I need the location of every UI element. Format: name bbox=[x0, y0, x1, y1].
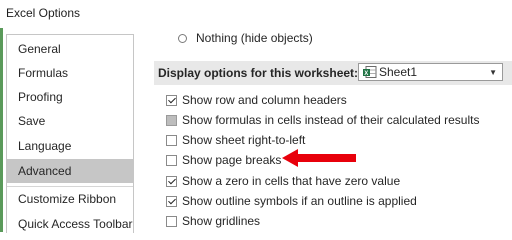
red-arrow-icon bbox=[282, 149, 356, 167]
worksheet-select[interactable]: X Sheet1 ▼ bbox=[358, 63, 503, 81]
option-show-page-breaks[interactable]: Show page breaks bbox=[166, 152, 281, 168]
option-show-row-column-headers[interactable]: Show row and column headers bbox=[166, 92, 347, 108]
sidebar-item-customize-ribbon[interactable]: Customize Ribbon bbox=[7, 187, 133, 211]
sidebar-item-language[interactable]: Language bbox=[7, 134, 133, 158]
option-label: Show page breaks bbox=[182, 153, 282, 167]
checkbox[interactable] bbox=[166, 134, 177, 146]
chevron-down-icon: ▼ bbox=[489, 68, 497, 77]
checkbox[interactable] bbox=[166, 154, 177, 166]
window-left-edge bbox=[0, 0, 3, 232]
sidebar-item-proofing[interactable]: Proofing bbox=[7, 85, 133, 109]
sidebar-item-advanced[interactable]: Advanced bbox=[7, 159, 133, 183]
options-sidebar: General Formulas Proofing Save Language … bbox=[6, 34, 134, 233]
worksheet-select-value: Sheet1 bbox=[379, 65, 418, 79]
window-title: Excel Options bbox=[6, 6, 81, 20]
checkbox[interactable] bbox=[166, 215, 177, 227]
sidebar-item-save[interactable]: Save bbox=[7, 109, 133, 133]
title-bar: Excel Options bbox=[0, 0, 512, 28]
excel-sheet-icon: X bbox=[363, 66, 377, 78]
radio-nothing-hide-objects[interactable]: Nothing (hide objects) bbox=[178, 31, 313, 45]
sidebar-item-quick-access-toolbar[interactable]: Quick Access Toolbar bbox=[7, 212, 133, 236]
option-label: Show a zero in cells that have zero valu… bbox=[182, 174, 401, 188]
option-show-gridlines[interactable]: Show gridlines bbox=[166, 213, 260, 229]
sidebar-item-general[interactable]: General bbox=[7, 37, 133, 61]
radio-button[interactable] bbox=[178, 33, 187, 43]
section-label: Display options for this worksheet: bbox=[158, 66, 359, 80]
sidebar-item-formulas[interactable]: Formulas bbox=[7, 61, 133, 85]
option-label: Show sheet right-to-left bbox=[182, 133, 306, 147]
checkbox[interactable] bbox=[166, 175, 177, 187]
checkbox[interactable] bbox=[166, 114, 177, 126]
checkbox[interactable] bbox=[166, 94, 177, 106]
option-label: Show outline symbols if an outline is ap… bbox=[182, 194, 417, 208]
option-show-outline-symbols[interactable]: Show outline symbols if an outline is ap… bbox=[166, 193, 417, 209]
option-show-formulas[interactable]: Show formulas in cells instead of their … bbox=[166, 112, 479, 128]
option-label: Show formulas in cells instead of their … bbox=[182, 113, 480, 127]
radio-label: Nothing (hide objects) bbox=[196, 31, 313, 45]
svg-text:X: X bbox=[364, 71, 368, 77]
option-label: Show row and column headers bbox=[182, 93, 347, 107]
advanced-options-panel: Nothing (hide objects) Display options f… bbox=[140, 28, 512, 232]
worksheet-display-options-header: Display options for this worksheet: X Sh… bbox=[154, 61, 512, 85]
option-show-zero-values[interactable]: Show a zero in cells that have zero valu… bbox=[166, 173, 400, 189]
option-show-sheet-right-to-left[interactable]: Show sheet right-to-left bbox=[166, 132, 305, 148]
option-label: Show gridlines bbox=[182, 214, 261, 228]
checkbox[interactable] bbox=[166, 195, 177, 207]
